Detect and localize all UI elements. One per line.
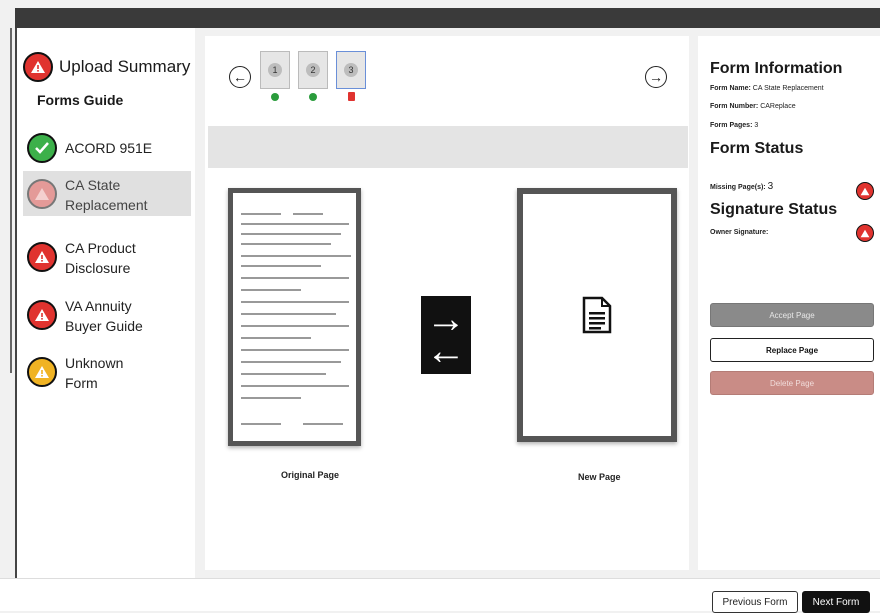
alert-icon — [27, 242, 57, 272]
form-item-ca-product-disclosure[interactable]: CA Product Disclosure — [23, 235, 191, 281]
form-item-ca-state-replacement[interactable]: CA State Replacement — [23, 171, 191, 216]
form-item-label: CA Product Disclosure — [65, 240, 136, 276]
form-number-value: CAReplace — [760, 103, 796, 110]
form-item-label: CA State Replacement — [65, 177, 148, 213]
thumbnail-number: 3 — [344, 63, 358, 77]
sidebar: Upload Summary Forms Guide ACORD 951E CA… — [15, 28, 195, 578]
form-name-label: Form Name: — [710, 85, 751, 92]
thumbnail-page-2[interactable]: 2 — [298, 51, 328, 89]
form-pages-value: 3 — [754, 122, 759, 129]
thumbnail-number: 2 — [306, 63, 320, 77]
next-page-arrow-icon[interactable]: → — [645, 66, 667, 88]
signature-status-title: Signature Status — [710, 201, 838, 218]
footer-bar: Previous Form Next Form — [0, 578, 880, 613]
form-status-title: Form Status — [710, 140, 804, 157]
form-information-title: Form Information — [710, 60, 843, 77]
new-page-preview[interactable] — [517, 188, 677, 442]
check-icon — [27, 133, 57, 163]
form-item-label: ACORD 951E — [65, 140, 153, 156]
swap-arrows-icon[interactable]: → ← — [421, 296, 471, 374]
alert-icon — [856, 224, 874, 242]
form-item-label: Unknown Form — [65, 355, 124, 391]
form-item-label: VA Annuity Buyer Guide — [65, 298, 143, 334]
upload-summary-header: Upload Summary — [23, 52, 190, 82]
thumbnail-strip: ← 1 2 3 → — [205, 36, 689, 116]
owner-signature-label: Owner Signature: — [710, 229, 769, 236]
missing-pages-row: Missing Page(s): 3 — [710, 181, 773, 192]
accept-page-button[interactable]: Accept Page — [710, 303, 874, 327]
sidebar-divider — [10, 28, 12, 373]
form-name-row: Form Name: CA State Replacement — [710, 85, 824, 92]
document-icon — [582, 296, 612, 334]
alert-icon — [27, 300, 57, 330]
form-name-value: CA State Replacement — [752, 85, 824, 92]
thumbnail-page-1[interactable]: 1 — [260, 51, 290, 89]
alert-icon — [27, 179, 57, 209]
upload-summary-title: Upload Summary — [59, 57, 191, 76]
form-pages-label: Form Pages: — [710, 122, 753, 129]
prev-page-arrow-icon[interactable]: ← — [229, 66, 251, 88]
next-form-button[interactable]: Next Form — [802, 591, 870, 613]
check-icon — [309, 93, 317, 101]
missing-pages-value: 3 — [767, 181, 774, 192]
thumbnail-page-3[interactable]: 3 — [336, 51, 366, 89]
replace-page-button[interactable]: Replace Page — [710, 338, 874, 362]
form-item-va-annuity-buyer-guide[interactable]: VA Annuity Buyer Guide — [23, 293, 191, 339]
form-number-label: Form Number: — [710, 103, 759, 110]
form-item-unknown-form[interactable]: Unknown Form — [23, 350, 191, 396]
missing-pages-label: Missing Page(s): — [710, 184, 766, 191]
forms-guide-title: Forms Guide — [37, 92, 124, 108]
owner-signature-row: Owner Signature: — [710, 229, 768, 236]
form-info-panel: Form Information Form Name: CA State Rep… — [698, 36, 880, 570]
toolbar-placeholder — [208, 126, 688, 168]
missing-page-icon — [348, 92, 355, 101]
warning-icon — [27, 357, 57, 387]
form-number-row: Form Number: CAReplace — [710, 103, 796, 110]
form-pages-row: Form Pages: 3 — [710, 122, 758, 129]
previous-form-button[interactable]: Previous Form — [712, 591, 798, 613]
original-page-preview[interactable] — [228, 188, 361, 446]
alert-icon — [856, 182, 874, 200]
alert-icon — [23, 52, 53, 82]
page-viewer: ← 1 2 3 → Original Page → ← New Page — [205, 36, 689, 570]
thumbnail-number: 1 — [268, 63, 282, 77]
new-page-caption: New Page — [578, 472, 621, 482]
top-bar — [15, 8, 880, 28]
original-page-caption: Original Page — [281, 470, 340, 480]
form-item-acord-951e[interactable]: ACORD 951E — [23, 130, 191, 166]
delete-page-button[interactable]: Delete Page — [710, 371, 874, 395]
check-icon — [271, 93, 279, 101]
